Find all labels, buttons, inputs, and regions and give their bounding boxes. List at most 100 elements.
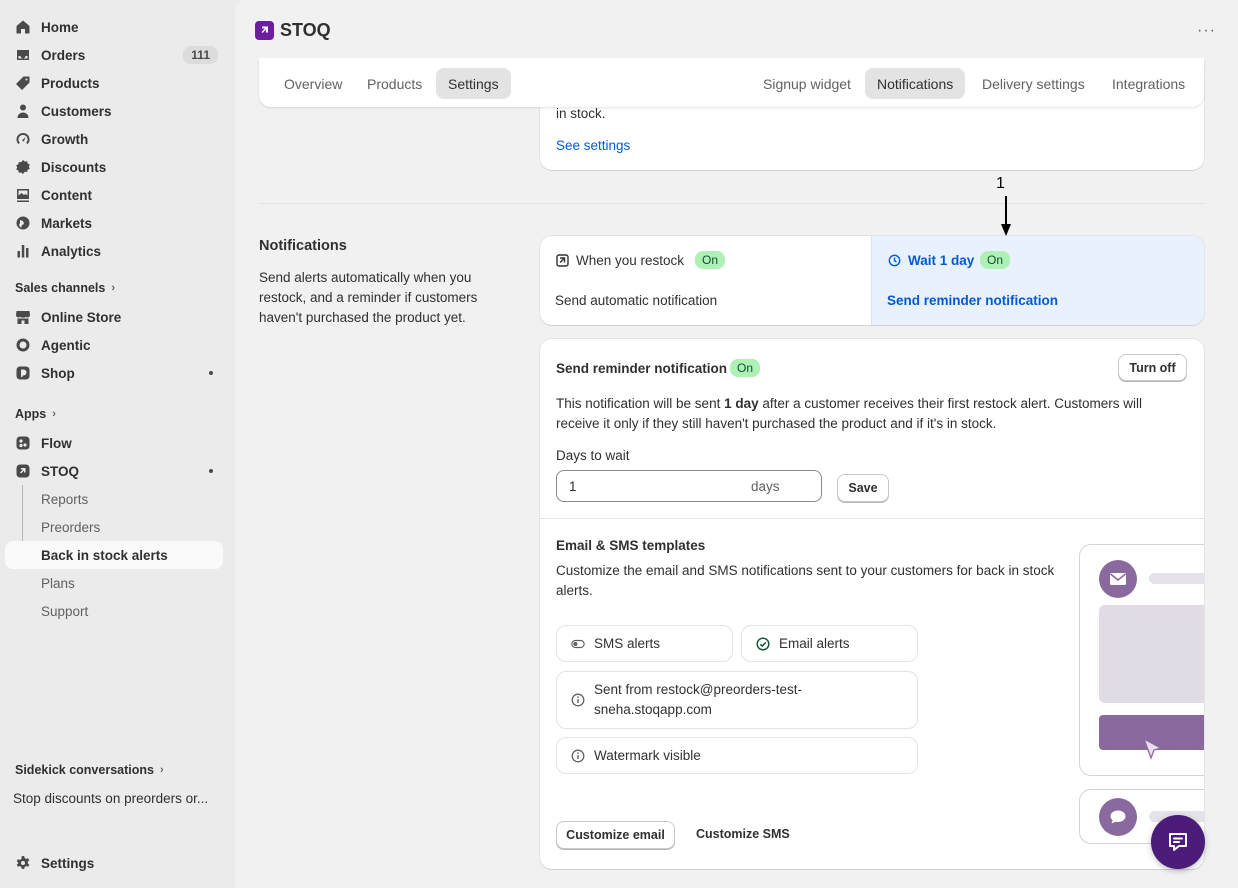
sidebar-item-discounts[interactable]: Discounts [5,153,223,181]
tab-integrations[interactable]: Integrations [1100,68,1197,99]
sidebar-subitem-label: Support [41,603,89,619]
flow-step-sub: Send reminder notification [887,293,1059,308]
sidebar-item-analytics[interactable]: Analytics [5,237,223,265]
sidebar-item-label: Customers [41,103,112,119]
sidebar-item-label: Orders [41,47,86,63]
sales-channels-label: Sales channels [15,281,106,295]
person-icon [15,103,31,119]
tab-delivery-settings[interactable]: Delivery settings [970,68,1097,99]
mail-icon [1099,560,1137,598]
chat-icon [1169,833,1187,851]
sidekick-label: Sidekick conversations [15,763,154,777]
sidebar-item-shop[interactable]: Shop [5,359,223,387]
sidebar-item-label: Discounts [41,159,107,175]
email-preview-illustration [1079,544,1204,776]
tab-notifications[interactable]: Notifications [865,68,966,99]
tab-overview[interactable]: Overview [272,68,354,99]
sidebar-item-markets[interactable]: Markets [5,209,223,237]
sidekick-heading[interactable]: Sidekick conversations › [15,763,164,777]
sidebar-item-products[interactable]: Products [5,69,223,97]
description-bold: 1 day [724,396,759,411]
sidebar-item-label: Products [41,75,100,91]
sidebar-item-settings[interactable]: Settings [5,849,223,877]
flow-step-restock[interactable]: When you restock On Send automatic notif… [540,236,871,325]
sidebar-item-label: Settings [41,855,95,871]
sidebar-item-customers[interactable]: Customers [5,97,223,125]
sidebar-item-agentic[interactable]: Agentic [5,331,223,359]
sidebar-item-label: Home [41,19,79,35]
chat-support-button[interactable] [1151,815,1205,869]
sidebar-subitem-support[interactable]: Support [5,597,223,625]
tab-signup-widget[interactable]: Signup widget [751,68,863,99]
apps-label: Apps [15,407,47,421]
store-icon [15,309,31,325]
sidebar-item-online-store[interactable]: Online Store [5,303,223,331]
sidebar-subitem-preorders[interactable]: Preorders [5,513,223,541]
card-divider [540,518,1204,519]
chip-label: Email alerts [779,636,850,651]
info-icon [571,749,585,763]
gear-icon [15,855,31,871]
chevron-right-icon: › [111,282,115,294]
section-divider [259,203,1204,204]
sidebar-subitem-back-in-stock-alerts[interactable]: Back in stock alerts [5,541,223,569]
status-badge: On [980,251,1011,269]
chip-label: SMS alerts [594,636,661,651]
sidebar-item-label: Content [41,187,92,203]
chip-label: Watermark visible [594,748,701,763]
customize-email-button[interactable]: Customize email [556,821,675,849]
sidebar-item-home[interactable]: Home [5,13,223,41]
gauge-icon [15,131,31,147]
apps-heading[interactable]: Apps › [15,407,56,421]
sidekick-conversation-item[interactable]: Stop discounts on preorders or... [13,791,208,806]
sidebar-item-label: Online Store [41,309,122,325]
description-text: This notification will be sent [556,396,725,411]
sidebar-item-label: Flow [41,435,72,451]
flow-step-label: When you restock [576,253,685,268]
image-icon [15,187,31,203]
status-dot [209,371,213,375]
home-icon [15,19,31,35]
more-actions-icon[interactable]: ··· [1197,22,1216,40]
tag-icon [15,75,31,91]
tab-products[interactable]: Products [355,68,434,99]
sidebar-subitem-label: Reports [41,491,89,507]
email-alerts-chip[interactable]: Email alerts [741,625,918,662]
sidebar-item-flow[interactable]: Flow [5,429,223,457]
flow-step-wait[interactable]: Wait 1 day On Send reminder notification [871,236,1204,325]
watermark-chip[interactable]: Watermark visible [556,737,918,774]
reminder-title: Send reminder notification [556,361,728,376]
sms-alerts-chip[interactable]: SMS alerts [556,625,733,662]
main-content: STOQ ··· in stock. See settings Overview… [235,0,1238,888]
save-button[interactable]: Save [837,474,889,502]
sidebar-subitem-plans[interactable]: Plans [5,569,223,597]
card-text: in stock. [556,106,606,121]
sidebar-item-stoq[interactable]: STOQ [5,457,223,485]
stoq-app-icon [15,463,31,479]
tab-settings[interactable]: Settings [436,68,511,99]
sidebar-subitem-reports[interactable]: Reports [5,485,223,513]
check-circle-icon [756,636,770,651]
templates-title: Email & SMS templates [556,538,706,553]
templates-description: Customize the email and SMS notification… [556,563,1055,598]
app-header: STOQ ··· [235,0,1238,60]
see-settings-link[interactable]: See settings [556,138,630,153]
customize-sms-button[interactable]: Customize SMS [696,827,790,841]
days-to-wait-input[interactable]: 1 days [556,470,822,502]
sidebar-item-content[interactable]: Content [5,181,223,209]
notification-flow-card: When you restock On Send automatic notif… [540,236,1204,325]
sidebar-item-growth[interactable]: Growth [5,125,223,153]
sales-channels-heading[interactable]: Sales channels › [15,281,115,295]
orders-count-badge: 111 [183,46,218,64]
sent-from-chip[interactable]: Sent from restock@preorders-test-sneha.s… [556,671,918,729]
days-input-value: 1 [569,479,577,494]
status-badge: On [730,359,761,377]
sidebar-item-orders[interactable]: Orders 111 [5,41,223,69]
turn-off-button[interactable]: Turn off [1118,354,1187,381]
cursor-icon [1142,737,1163,760]
sidebar-item-label: Markets [41,215,93,231]
sidebar-item-label: Agentic [41,337,91,353]
tab-bar: Overview Products Settings Signup widget… [259,58,1204,107]
sidebar-subitem-label: Preorders [41,519,101,535]
sidebar-subitem-label: Back in stock alerts [41,547,168,563]
